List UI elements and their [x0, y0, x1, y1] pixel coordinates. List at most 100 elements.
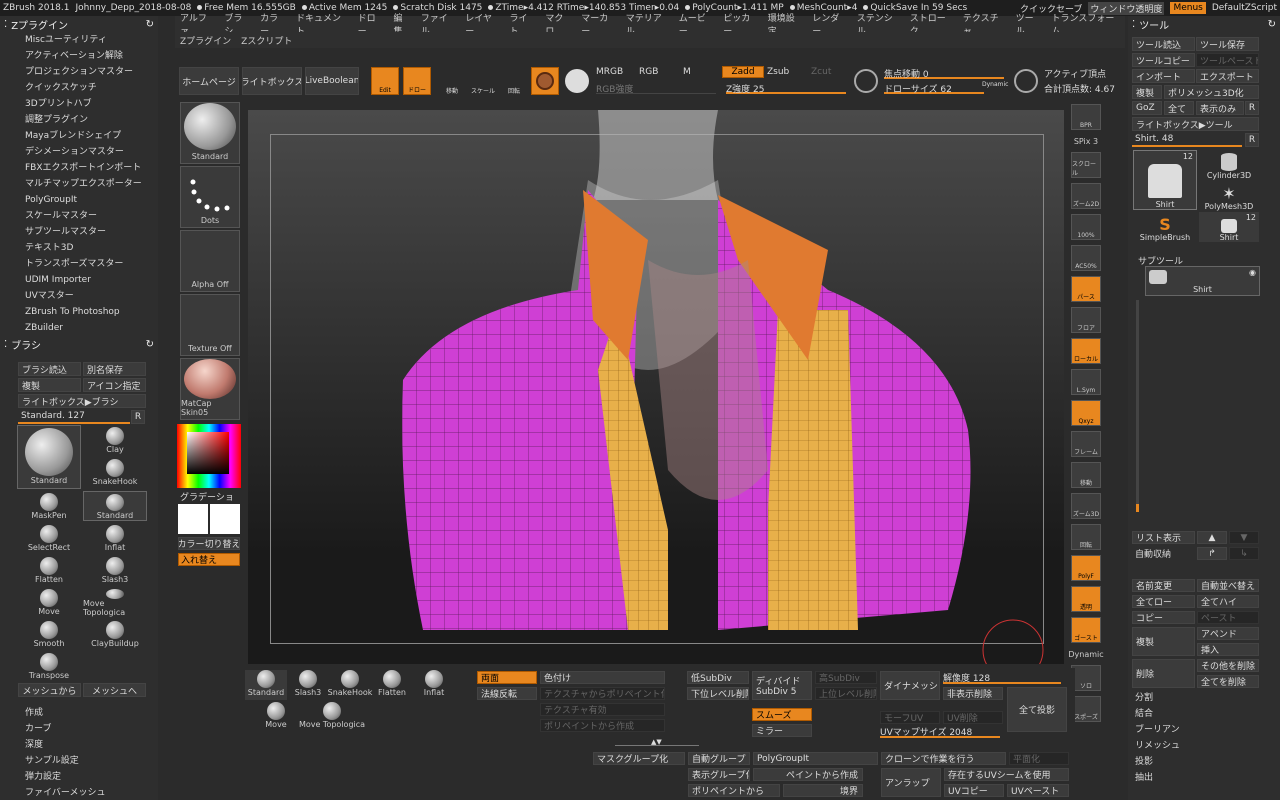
- tool-shirt-main[interactable]: Shirt 12: [1133, 150, 1197, 210]
- color-square[interactable]: [187, 432, 229, 474]
- lightbox-button[interactable]: ライトボックス: [242, 67, 302, 95]
- plugin-item[interactable]: サブツールマスター: [0, 224, 158, 240]
- scale-button[interactable]: スケール: [469, 67, 497, 95]
- plugin-item[interactable]: ZBuilder: [0, 320, 158, 336]
- brush-subpalette[interactable]: 作成: [0, 705, 158, 721]
- create-from-paint-button[interactable]: ペイントから作成: [753, 768, 863, 781]
- move-down-button[interactable]: ▼: [1229, 531, 1259, 544]
- plugin-item[interactable]: 調整プラグイン: [0, 112, 158, 128]
- plugin-item[interactable]: Mayaブレンドシェイプ: [0, 128, 158, 144]
- shelf-AC50-button[interactable]: AC50%: [1071, 245, 1101, 271]
- double-sided-button[interactable]: 両面: [477, 671, 537, 684]
- brush-subpalette[interactable]: 深度: [0, 737, 158, 753]
- brush-item[interactable]: Inflat: [83, 523, 147, 553]
- unwrap-button[interactable]: アンラップ: [881, 768, 941, 797]
- smooth-toggle[interactable]: スムーズ: [752, 708, 812, 721]
- delete-higher-button[interactable]: 上位レベル削除: [815, 687, 877, 700]
- current-brush-slider[interactable]: Standard. 127: [18, 410, 130, 424]
- subpalette-3[interactable]: リメッシュ: [1128, 738, 1280, 754]
- goz-reset-button[interactable]: R: [1245, 101, 1259, 115]
- shirt-model[interactable]: [248, 110, 1064, 664]
- brush-reset-button[interactable]: R: [131, 410, 145, 424]
- tool-shirt-small[interactable]: Shirt 12: [1199, 212, 1259, 242]
- brush-item[interactable]: ClayBuildup: [83, 619, 147, 649]
- all-button[interactable]: 全て: [1164, 101, 1194, 115]
- menus-toggle[interactable]: Menus: [1170, 2, 1206, 14]
- brush-tile[interactable]: Standard: [180, 102, 240, 164]
- shelf--button[interactable]: 移動: [1071, 462, 1101, 488]
- brush-copy-button[interactable]: 複製: [18, 378, 81, 392]
- menu-item[interactable]: Zスクリプト: [236, 34, 297, 47]
- lightbox-tools-button[interactable]: ライトボックス▶ツール: [1132, 117, 1259, 131]
- shelf-brush[interactable]: SnakeHook: [328, 670, 372, 700]
- subpalette-2[interactable]: ブーリアン: [1128, 722, 1280, 738]
- draw-button[interactable]: ドロー: [403, 67, 431, 95]
- shelf-LSym-button[interactable]: L.Sym: [1071, 369, 1101, 395]
- plugin-item[interactable]: UDIM Importer: [0, 272, 158, 288]
- plugin-item[interactable]: プロジェクションマスター: [0, 64, 158, 80]
- shelf--button[interactable]: ローカル: [1071, 338, 1101, 364]
- move-button[interactable]: 移動: [438, 67, 466, 95]
- tool-polymesh3d[interactable]: ✶ PolyMesh3D: [1199, 181, 1259, 212]
- arrow-up-right-button[interactable]: ↱: [1197, 547, 1227, 560]
- clone-work-button[interactable]: クローンで作業を行う: [881, 752, 1006, 765]
- shelf-brush[interactable]: Flatten: [371, 670, 413, 700]
- plugin-item[interactable]: FBXエクスポートインポート: [0, 160, 158, 176]
- draw-size-slider[interactable]: ドローサイズ 62: [884, 82, 984, 95]
- mesh-from-button[interactable]: メッシュから: [18, 683, 81, 697]
- menu-item[interactable]: Zプラグイン: [175, 34, 236, 47]
- brush-subpalette[interactable]: 弾力設定: [0, 769, 158, 785]
- dynamic-button[interactable]: Dynamic: [982, 81, 1008, 88]
- lower-subdiv-button[interactable]: 低SubDiv: [687, 671, 749, 684]
- swap-colors-button[interactable]: カラー切り替え: [178, 537, 240, 550]
- plugin-item[interactable]: マルチマップエクスポーター: [0, 176, 158, 192]
- shelf--button[interactable]: フロア: [1071, 307, 1101, 333]
- delete-other-button[interactable]: その他を削除: [1197, 659, 1259, 672]
- morph-uv-button[interactable]: モーフUV: [880, 711, 940, 724]
- plugin-item[interactable]: デシメーションマスター: [0, 144, 158, 160]
- polypaint-to-texture-button[interactable]: ポリペイントから作成: [540, 719, 665, 732]
- rotate-button[interactable]: 回転: [500, 67, 528, 95]
- brush-item[interactable]: Slash3: [83, 555, 147, 585]
- zcut-button[interactable]: Zcut: [811, 67, 831, 77]
- tool-cylinder3d[interactable]: Cylinder3D: [1199, 150, 1259, 180]
- shelf-brush[interactable]: Inflat: [413, 670, 455, 700]
- shelf-100-button[interactable]: 100%: [1071, 214, 1101, 240]
- tool-simplebrush[interactable]: S SimpleBrush: [1133, 212, 1197, 243]
- shelf--button[interactable]: ソロ: [1071, 665, 1101, 691]
- brush-item[interactable]: SelectRect: [17, 523, 81, 553]
- plugin-item[interactable]: 3Dプリントハブ: [0, 96, 158, 112]
- arrow-down-right-button[interactable]: ↳: [1229, 547, 1259, 560]
- shelf-BPR-button[interactable]: BPR: [1071, 104, 1101, 130]
- auto-collapse-button[interactable]: 自動収納: [1135, 547, 1171, 560]
- brush-item[interactable]: Standard: [83, 491, 147, 521]
- rgb-button[interactable]: RGB: [639, 67, 658, 77]
- zadd-button[interactable]: Zadd: [722, 66, 764, 78]
- m-button[interactable]: M: [683, 67, 691, 77]
- brush-item[interactable]: Standard: [17, 425, 81, 489]
- subpalette-0[interactable]: 分割: [1128, 690, 1280, 706]
- brush-subpalette[interactable]: カーブ: [0, 721, 158, 737]
- clone-button[interactable]: 複製: [1132, 85, 1162, 99]
- alpha-tile[interactable]: Alpha Off: [180, 230, 240, 292]
- tool-copy-button[interactable]: ツールコピー: [1132, 53, 1195, 67]
- texture-to-polypaint-button[interactable]: テクスチャからポリペイント化: [540, 687, 665, 700]
- shelf--button[interactable]: 透明: [1071, 586, 1101, 612]
- visible-only-button[interactable]: 表示のみ: [1196, 101, 1244, 115]
- groups-by-visibility-button[interactable]: 表示グループ化: [688, 768, 750, 781]
- brush-icon-button[interactable]: アイコン指定: [83, 378, 146, 392]
- all-high-button[interactable]: 全てハイ: [1197, 595, 1259, 608]
- canvas-viewport[interactable]: [248, 110, 1064, 664]
- main-color-swatch[interactable]: [178, 504, 208, 534]
- plugin-item[interactable]: スケールマスター: [0, 208, 158, 224]
- lightbox-brush-button[interactable]: ライトボックス▶ブラシ: [18, 394, 146, 408]
- mirror-button[interactable]: ミラー: [752, 724, 812, 737]
- plugin-item[interactable]: UVマスター: [0, 288, 158, 304]
- all-low-button[interactable]: 全てロー: [1132, 595, 1195, 608]
- rename-button[interactable]: 名前変更: [1132, 579, 1195, 592]
- use-existing-uv-seams-button[interactable]: 存在するUVシームを使用: [944, 768, 1069, 781]
- shelf-Dynamic-button[interactable]: Dynamic: [1068, 648, 1103, 660]
- insert-button[interactable]: 挿入: [1197, 643, 1259, 656]
- texture-tile[interactable]: Texture Off: [180, 294, 240, 356]
- refresh-icon[interactable]: ↻: [1268, 19, 1276, 30]
